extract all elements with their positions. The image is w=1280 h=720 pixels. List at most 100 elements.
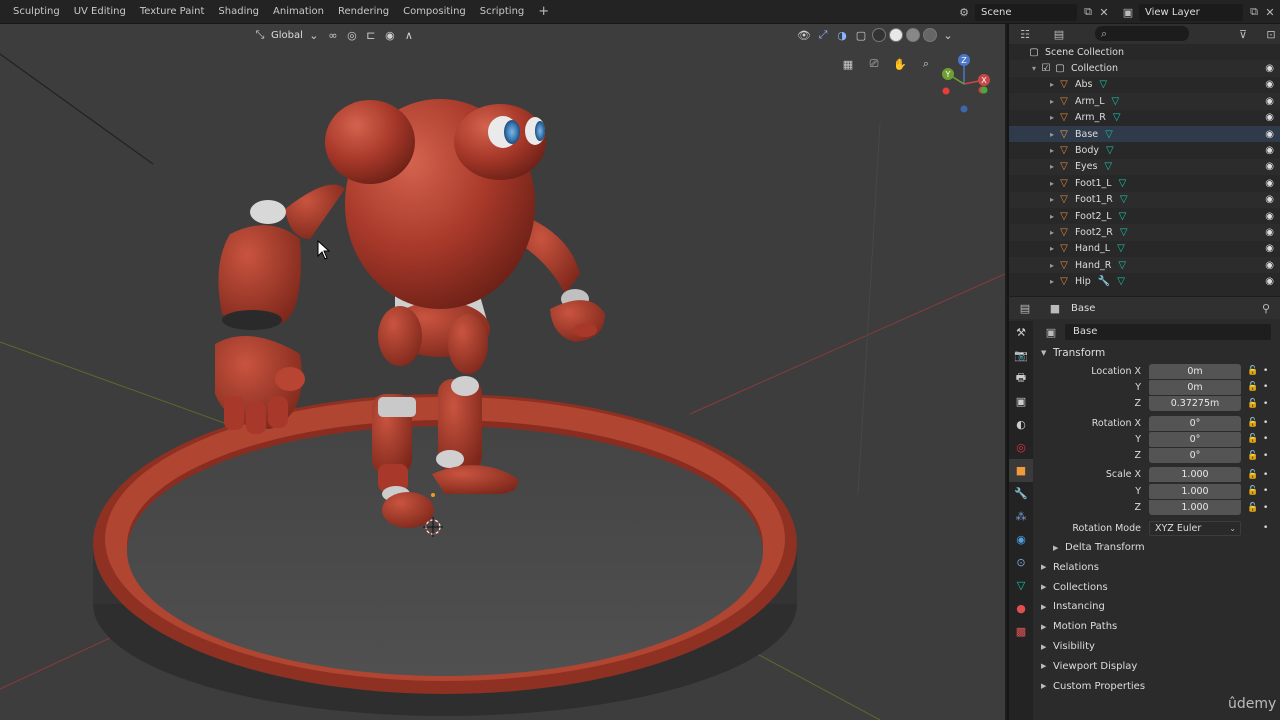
expand-icon[interactable]: ▸ bbox=[1047, 195, 1057, 204]
grid-icon[interactable]: ▦ bbox=[838, 54, 858, 74]
visibility-icon[interactable]: 👁 bbox=[796, 27, 812, 43]
add-workspace-button[interactable]: + bbox=[531, 0, 556, 24]
eye-icon[interactable]: ◉ bbox=[1265, 129, 1274, 140]
collection-row[interactable]: ▾ ☑ ▢ Collection ◉ bbox=[1009, 60, 1280, 77]
lock-icon[interactable]: 🔓 bbox=[1245, 451, 1261, 461]
relations-panel[interactable]: ▶ Relations bbox=[1035, 557, 1280, 577]
expand-icon[interactable]: ▸ bbox=[1047, 277, 1057, 286]
checkbox-icon[interactable]: ☑ bbox=[1039, 63, 1053, 74]
overlays-icon[interactable]: ◑ bbox=[834, 27, 850, 43]
keyframe-dot-icon[interactable]: • bbox=[1263, 523, 1268, 533]
eye-icon[interactable]: ◉ bbox=[1265, 79, 1274, 90]
eye-icon[interactable]: ◉ bbox=[1265, 260, 1274, 271]
lock-icon[interactable]: 🔓 bbox=[1245, 399, 1261, 409]
eye-icon[interactable]: ◉ bbox=[1265, 276, 1274, 287]
view-layer-name-field[interactable]: View Layer bbox=[1139, 3, 1243, 21]
display-mode-icon[interactable]: ▤ bbox=[1051, 27, 1067, 41]
expand-icon[interactable]: ▸ bbox=[1047, 212, 1057, 221]
modifier-wrench-icon[interactable]: 🔧 bbox=[1098, 276, 1110, 287]
outliner-editor-icon[interactable]: ☷ bbox=[1017, 27, 1033, 41]
outliner-search-input[interactable]: ⌕ bbox=[1095, 26, 1189, 41]
output-tab-icon[interactable]: 🖶 bbox=[1009, 367, 1033, 390]
keyframe-dot-icon[interactable]: • bbox=[1263, 503, 1268, 513]
tool-tab-icon[interactable]: ⚒ bbox=[1009, 321, 1033, 344]
mesh-data-icon[interactable]: ▽ bbox=[1104, 161, 1112, 172]
keyframe-dot-icon[interactable]: • bbox=[1263, 434, 1268, 444]
physics-tab-icon[interactable]: ◉ bbox=[1009, 528, 1033, 551]
scene-selector[interactable]: ⚙ Scene ⧉ ✕ bbox=[956, 3, 1112, 21]
viewport-display-panel[interactable]: ▶ Viewport Display bbox=[1035, 656, 1280, 676]
keyframe-dot-icon[interactable]: • bbox=[1263, 418, 1268, 428]
view-layer-selector[interactable]: ▣ View Layer ⧉ ✕ bbox=[1120, 3, 1278, 21]
rotation-mode-select[interactable]: XYZ Euler ⌄ bbox=[1149, 520, 1241, 536]
eye-icon[interactable]: ◉ bbox=[1265, 161, 1274, 172]
wireframe-shading-icon[interactable] bbox=[872, 28, 886, 42]
transform-orientation[interactable]: ⤡ Global ⌄ ∞ ◎ ⊏ ◉ ∧ bbox=[252, 26, 417, 44]
mesh-data-icon[interactable]: ▽ bbox=[1106, 145, 1114, 156]
eye-icon[interactable]: ◉ bbox=[1265, 96, 1274, 107]
snap-icon[interactable]: ◎ bbox=[344, 27, 360, 43]
new-collection-icon[interactable]: ⊡ bbox=[1263, 27, 1279, 41]
custom-properties-panel[interactable]: ▶ Custom Properties bbox=[1035, 676, 1280, 696]
keyframe-dot-icon[interactable]: • bbox=[1263, 451, 1268, 461]
pin-icon[interactable]: ⚲ bbox=[1258, 301, 1274, 315]
expand-icon[interactable]: ▸ bbox=[1047, 97, 1057, 106]
rotation-y-field[interactable]: 0° bbox=[1149, 431, 1241, 447]
filter-icon[interactable]: ⊽ bbox=[1235, 27, 1251, 41]
duplicate-icon[interactable]: ⧉ bbox=[1246, 5, 1262, 19]
constraints-tab-icon[interactable]: ⊙ bbox=[1009, 551, 1033, 574]
modifier-tab-icon[interactable]: 🔧 bbox=[1009, 482, 1033, 505]
particles-tab-icon[interactable]: ⁂ bbox=[1009, 505, 1033, 528]
outliner-item[interactable]: ▸ ▽ Abs ▽ ◉ bbox=[1009, 77, 1280, 93]
expand-icon[interactable]: ▸ bbox=[1047, 244, 1057, 253]
scale-x-field[interactable]: 1.000 bbox=[1149, 467, 1241, 483]
duplicate-icon[interactable]: ⧉ bbox=[1080, 5, 1096, 19]
expand-icon[interactable]: ▸ bbox=[1047, 80, 1057, 89]
outliner-item[interactable]: ▸ ▽ Hand_R ▽ ◉ bbox=[1009, 257, 1280, 274]
orientation-label[interactable]: Global bbox=[271, 30, 303, 41]
location-y-field[interactable]: 0m bbox=[1149, 379, 1241, 395]
close-icon[interactable]: ✕ bbox=[1096, 5, 1112, 19]
tab-texture-paint[interactable]: Texture Paint bbox=[133, 0, 212, 24]
scale-y-field[interactable]: 1.000 bbox=[1149, 483, 1241, 499]
outliner-item[interactable]: ▸ ▽ Foot1_L ▽ ◉ bbox=[1009, 175, 1280, 191]
scene-tab-icon[interactable]: ◐ bbox=[1009, 413, 1033, 436]
outliner-item[interactable]: ▸ ▽ Foot2_R ▽ ◉ bbox=[1009, 224, 1280, 241]
mesh-data-icon[interactable]: ▽ bbox=[1112, 96, 1120, 107]
pivot-icon[interactable]: ∞ bbox=[325, 27, 341, 43]
keyframe-dot-icon[interactable]: • bbox=[1263, 382, 1268, 392]
falloff-icon[interactable]: ∧ bbox=[401, 27, 417, 43]
material-tab-icon[interactable]: ● bbox=[1009, 597, 1033, 620]
scale-z-field[interactable]: 1.000 bbox=[1149, 500, 1241, 516]
expand-icon[interactable]: ▸ bbox=[1047, 130, 1057, 139]
collections-panel[interactable]: ▶ Collections bbox=[1035, 577, 1280, 597]
snap-target-icon[interactable]: ⊏ bbox=[363, 27, 379, 43]
motion-paths-panel[interactable]: ▶ Motion Paths bbox=[1035, 617, 1280, 637]
lock-icon[interactable]: 🔓 bbox=[1245, 366, 1261, 376]
expand-icon[interactable]: ▸ bbox=[1047, 261, 1057, 270]
mesh-data-icon[interactable]: ▽ bbox=[1119, 178, 1127, 189]
lock-icon[interactable]: 🔓 bbox=[1245, 434, 1261, 444]
camera-icon[interactable]: ⎚ bbox=[864, 54, 884, 74]
proportional-editing-icon[interactable]: ◉ bbox=[382, 27, 398, 43]
render-tab-icon[interactable]: 📷 bbox=[1009, 344, 1033, 367]
scene-collection-row[interactable]: ▢ Scene Collection bbox=[1009, 44, 1280, 60]
mesh-data-icon[interactable]: ▽ bbox=[1117, 276, 1125, 287]
visibility-panel[interactable]: ▶ Visibility bbox=[1035, 637, 1280, 657]
rendered-shading-icon[interactable] bbox=[923, 28, 937, 42]
outliner-item[interactable]: ▸ ▽ Arm_L ▽ ◉ bbox=[1009, 93, 1280, 110]
eye-icon[interactable]: ◉ bbox=[1265, 178, 1274, 189]
3d-viewport[interactable]: ⤡ Global ⌄ ∞ ◎ ⊏ ◉ ∧ 👁 ⤢ ◑ ▢ ⌄ ▦ ⎚ ✋ ⌕ Z… bbox=[0, 24, 1005, 720]
keyframe-dot-icon[interactable]: • bbox=[1263, 486, 1268, 496]
outliner-item[interactable]: ▸ ▽ Base ▽ ◉ bbox=[1009, 125, 1280, 143]
expand-icon[interactable]: ▾ bbox=[1029, 64, 1039, 73]
eye-icon[interactable]: ◉ bbox=[1265, 211, 1274, 222]
mesh-data-icon[interactable]: ▽ bbox=[1113, 112, 1121, 123]
rotation-z-field[interactable]: 0° bbox=[1149, 448, 1241, 464]
tab-shading[interactable]: Shading bbox=[211, 0, 266, 24]
expand-icon[interactable]: ▸ bbox=[1047, 113, 1057, 122]
object-name-field[interactable]: Base bbox=[1065, 324, 1271, 340]
eye-icon[interactable]: ◉ bbox=[1265, 145, 1274, 156]
axis-gizmo[interactable]: Z X Y bbox=[934, 54, 994, 116]
properties-editor-icon[interactable]: ▤ bbox=[1017, 301, 1033, 315]
